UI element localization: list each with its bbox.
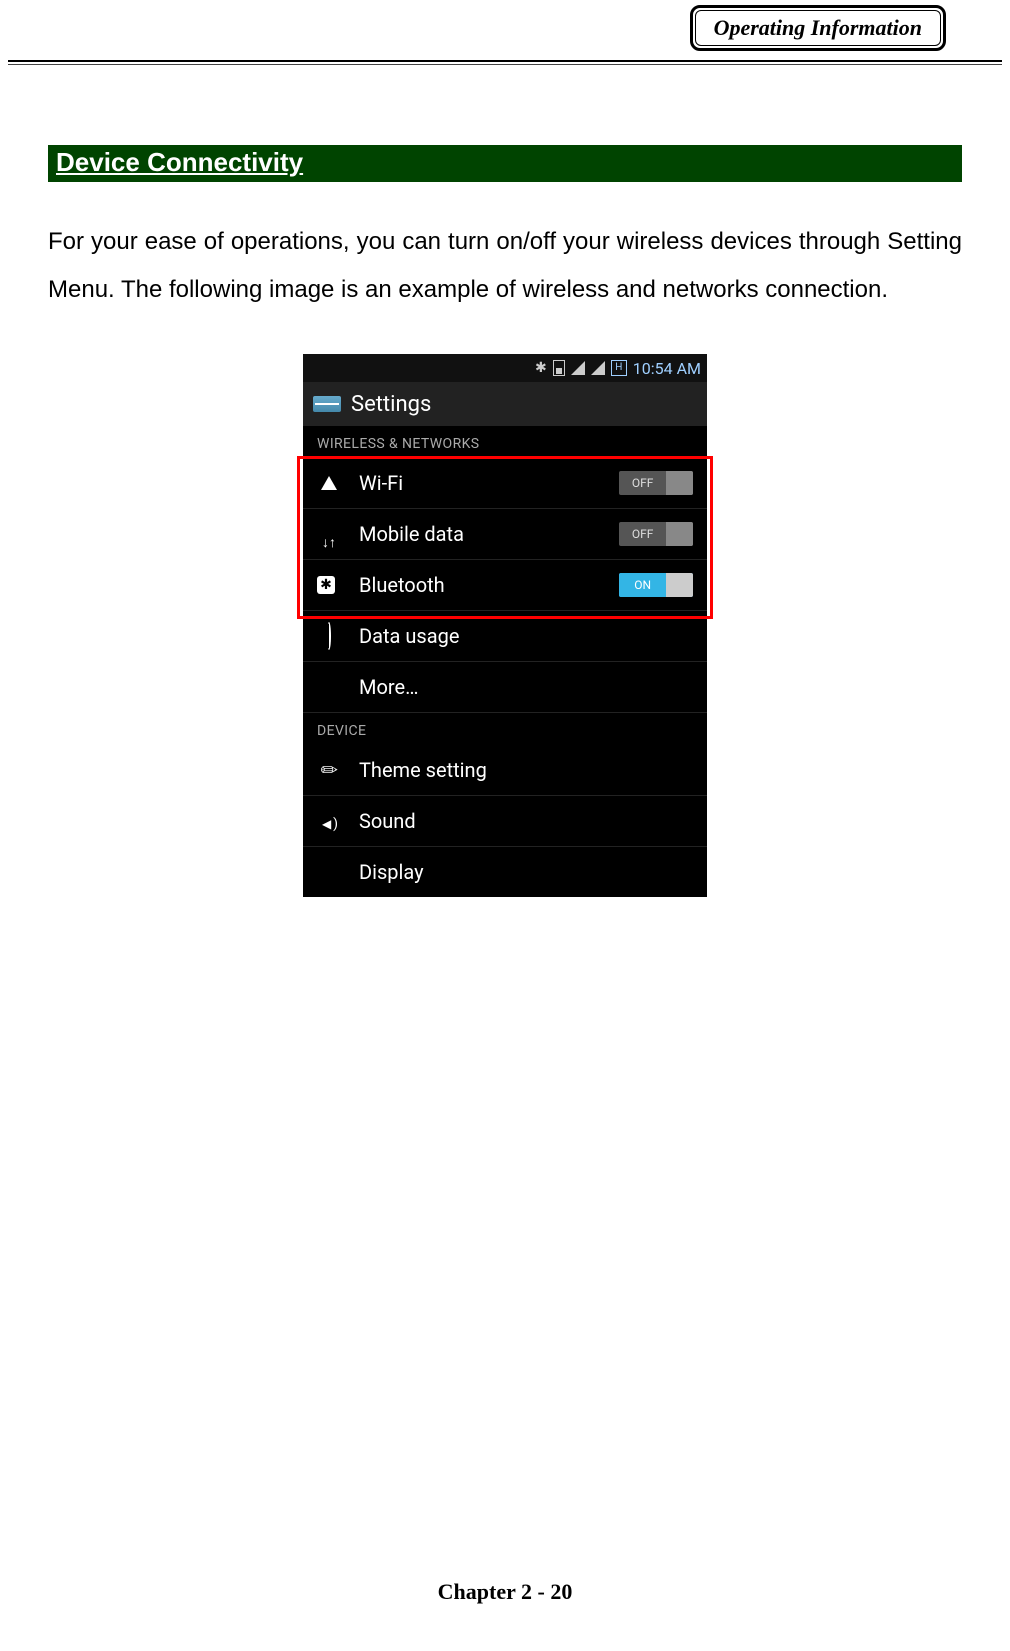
row-more[interactable]: More…: [303, 662, 707, 713]
app-bar: Settings: [303, 382, 707, 426]
display-label: Display: [359, 860, 693, 884]
bluetooth-label: Bluetooth: [359, 573, 601, 597]
clock-text: 10:54 AM: [633, 359, 701, 378]
row-sound[interactable]: Sound: [303, 796, 707, 847]
rule-thin: [8, 64, 1002, 65]
group-header-device: DEVICE: [303, 713, 707, 745]
mobile-data-label: Mobile data: [359, 522, 601, 546]
sound-label: Sound: [359, 809, 693, 833]
header-rule: [0, 60, 1010, 67]
hspa-icon: H: [611, 360, 627, 376]
wifi-icon: [317, 471, 341, 495]
body-paragraph: For your ease of operations, you can tur…: [48, 218, 962, 314]
header-badge-inner: Operating Information: [695, 10, 941, 46]
row-display[interactable]: Display: [303, 847, 707, 897]
row-data-usage[interactable]: Data usage: [303, 611, 707, 662]
app-title: Settings: [351, 392, 431, 417]
theme-icon: ✎: [317, 758, 341, 782]
bluetooth-icon: ✱: [317, 576, 341, 594]
wifi-label: Wi-Fi: [359, 471, 601, 495]
page-footer: Chapter 2 - 20: [0, 1579, 1010, 1605]
more-label: More…: [359, 675, 693, 699]
mobile-data-toggle[interactable]: OFF: [619, 522, 693, 546]
signal-icon-1: [571, 361, 585, 375]
group-header-wireless: WIRELESS & NETWORKS: [303, 426, 707, 458]
settings-app-icon: [313, 396, 341, 412]
wifi-toggle[interactable]: OFF: [619, 471, 693, 495]
mobile-data-toggle-text: OFF: [619, 522, 666, 546]
data-usage-label: Data usage: [359, 624, 693, 648]
bluetooth-status-icon: ✱: [535, 360, 547, 376]
row-bluetooth[interactable]: ✱ Bluetooth ON: [303, 560, 707, 611]
theme-label: Theme setting: [359, 758, 693, 782]
wifi-toggle-knob: [666, 471, 693, 495]
signal-icon-2: [591, 361, 605, 375]
mobile-data-toggle-knob: [666, 522, 693, 546]
rule-thick: [8, 60, 1002, 62]
android-settings-screenshot: ✱ H 10:54 AM Settings WIRELESS & NETWORK…: [303, 354, 707, 897]
wifi-toggle-text: OFF: [619, 471, 666, 495]
content-area: Device Connectivity For your ease of ope…: [48, 145, 962, 897]
row-theme-setting[interactable]: ✎ Theme setting: [303, 745, 707, 796]
bluetooth-toggle-knob: [666, 573, 693, 597]
data-usage-icon: [317, 624, 341, 648]
bluetooth-toggle-text: ON: [619, 573, 666, 597]
status-bar: ✱ H 10:54 AM: [303, 354, 707, 382]
bluetooth-toggle[interactable]: ON: [619, 573, 693, 597]
row-wifi[interactable]: Wi-Fi OFF: [303, 458, 707, 509]
battery-icon: [553, 360, 565, 376]
header-badge-text: Operating Information: [714, 15, 922, 40]
section-heading: Device Connectivity: [48, 145, 962, 182]
header-badge: Operating Information: [690, 5, 946, 51]
sound-icon: [317, 809, 341, 833]
row-mobile-data[interactable]: Mobile data OFF: [303, 509, 707, 560]
document-page: Operating Information Device Connectivit…: [0, 0, 1010, 1651]
